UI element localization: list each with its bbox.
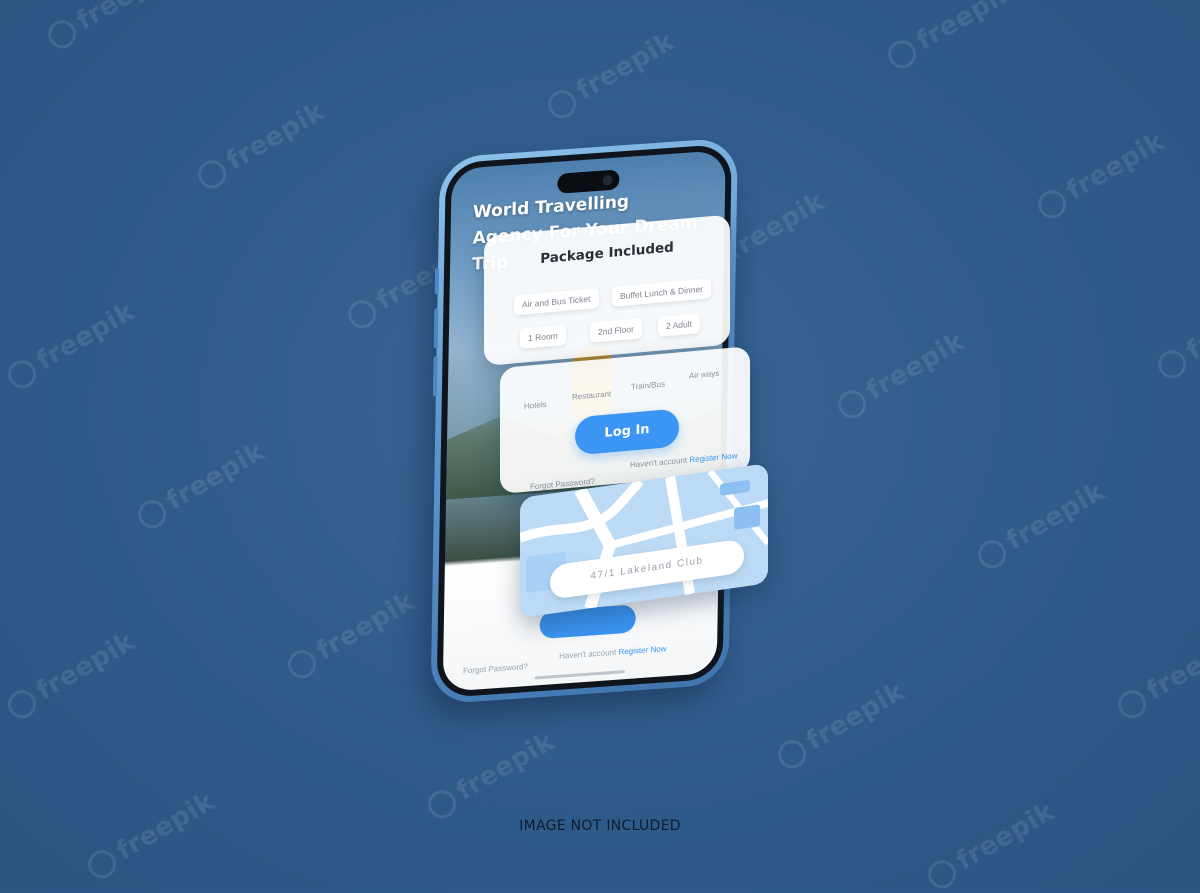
watermark: freepik <box>2 297 140 394</box>
watermark: freepik <box>772 677 910 774</box>
freepik-logo-icon <box>342 294 381 333</box>
watermark: freepik <box>1032 127 1170 224</box>
freepik-logo-icon <box>772 734 811 773</box>
watermark: freepik <box>1152 287 1200 384</box>
watermark: freepik <box>922 797 1060 893</box>
freepik-logo-icon <box>1152 344 1191 383</box>
phone-side-button <box>433 308 439 349</box>
phone-side-button <box>432 356 438 397</box>
package-title: Package Included <box>540 239 674 268</box>
watermark: freepik <box>42 0 180 53</box>
package-chip[interactable]: Air and Bus Ticket <box>514 287 599 316</box>
package-chip[interactable]: 2 Adult <box>658 313 700 337</box>
watermark: freepik <box>972 477 1110 574</box>
category-hotels[interactable]: Hotels <box>524 400 547 411</box>
watermark: freepik <box>2 627 140 724</box>
freepik-logo-icon <box>542 84 581 123</box>
category-train-bus[interactable]: Train/Bus <box>631 380 665 392</box>
register-now-link[interactable]: Register Now <box>689 451 737 464</box>
freepik-logo-icon <box>832 384 871 423</box>
freepik-logo-icon <box>2 684 41 723</box>
freepik-logo-icon <box>82 844 121 883</box>
watermark: freepik <box>882 0 1020 73</box>
camera-icon <box>602 174 613 186</box>
image-not-included-note: IMAGE NOT INCLUDED <box>519 818 681 834</box>
category-restaurant[interactable]: Restaurant <box>572 389 611 401</box>
package-chip[interactable]: 2nd Floor <box>590 318 642 343</box>
watermark: freepik <box>132 437 270 534</box>
freepik-logo-icon <box>972 534 1011 573</box>
category-airways[interactable]: Air ways <box>689 369 719 381</box>
home-indicator <box>534 670 625 680</box>
havent-account-text: Haven't account <box>630 455 688 470</box>
package-chip[interactable]: 1 Room <box>520 324 566 349</box>
map-block <box>734 504 760 530</box>
freepik-logo-icon <box>922 854 961 893</box>
freepik-logo-icon <box>282 644 321 683</box>
watermark: freepik <box>82 787 220 884</box>
package-included-card: Package Included Air and Bus Ticket Buff… <box>484 214 730 366</box>
freepik-logo-icon <box>2 354 41 393</box>
screen-register-prompt: Haven't account Register Now <box>559 644 667 661</box>
phone-side-button <box>434 268 440 295</box>
screen-havent-account-text: Haven't account <box>559 647 617 661</box>
freepik-logo-icon <box>42 14 81 53</box>
watermark: freepik <box>1112 627 1200 724</box>
freepik-logo-icon <box>192 154 231 193</box>
freepik-logo-icon <box>1112 684 1151 723</box>
watermark: freepik <box>422 727 560 824</box>
freepik-logo-icon <box>132 494 171 533</box>
watermark: freepik <box>192 97 330 194</box>
watermark: freepik <box>282 587 420 684</box>
package-chip[interactable]: Buffet Lunch & Dinner <box>612 278 712 307</box>
screen-register-link[interactable]: Register Now <box>618 644 666 656</box>
screen-forgot-password-link[interactable]: Forgot Password? <box>463 662 528 676</box>
freepik-logo-icon <box>1032 184 1071 223</box>
watermark: freepik <box>832 327 970 424</box>
watermark: freepik <box>542 27 680 124</box>
freepik-logo-icon <box>882 34 921 73</box>
login-button[interactable]: Log In <box>575 408 679 456</box>
register-prompt: Haven't account Register Now <box>630 451 737 469</box>
